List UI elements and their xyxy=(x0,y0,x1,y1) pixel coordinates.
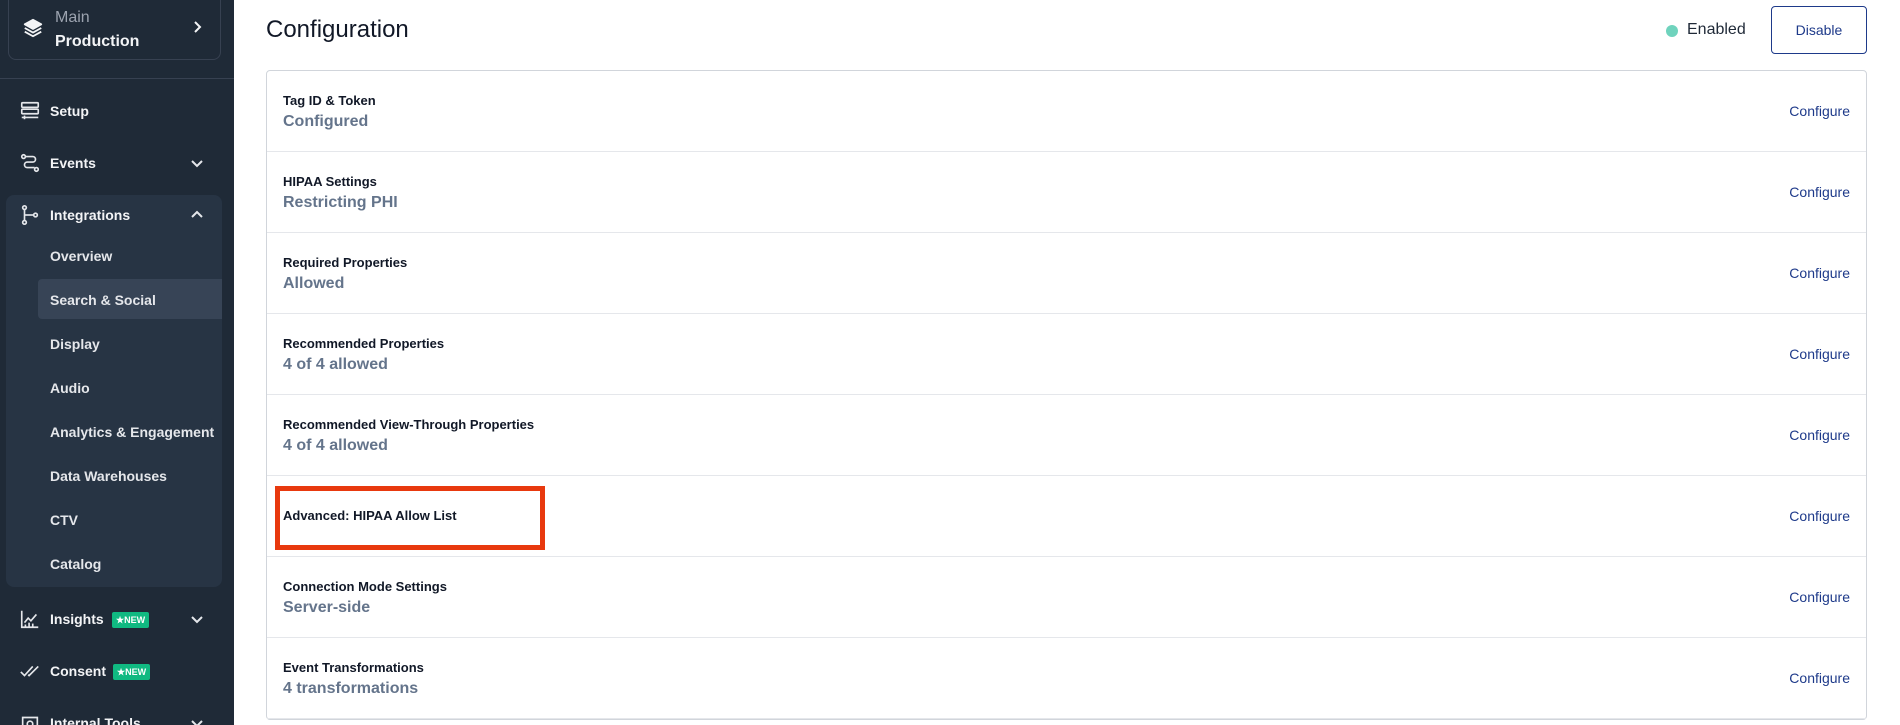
config-row-label: Required Properties xyxy=(283,255,408,270)
configure-link[interactable]: Configure xyxy=(1789,589,1850,605)
configure-link[interactable]: Configure xyxy=(1789,508,1850,524)
config-row-label: Tag ID & Token xyxy=(283,93,376,108)
environment-name: Production xyxy=(55,33,140,50)
config-row-label: Recommended View-Through Properties xyxy=(283,417,535,432)
chevron-down-icon xyxy=(191,616,203,624)
chevron-down-icon xyxy=(191,160,203,168)
layers-icon xyxy=(23,18,43,38)
sidebar-item-internal-tools[interactable]: Internal Tools xyxy=(0,703,234,725)
config-row-hipaa-settings: HIPAA Settings Restricting PHI Configure xyxy=(267,152,1866,233)
sidebar-item-label: Events xyxy=(50,155,96,171)
config-row-label: Connection Mode Settings xyxy=(283,579,447,594)
config-row-value: Configured xyxy=(283,113,369,130)
config-row-value: Server-side xyxy=(283,599,371,616)
page-title: Configuration xyxy=(266,16,409,43)
sidebar-subitem-label: CTV xyxy=(50,512,78,528)
double-check-icon xyxy=(20,665,39,677)
config-row-label: Event Transformations xyxy=(283,660,424,675)
chevron-down-icon xyxy=(191,720,203,725)
environment-label: Main xyxy=(55,9,90,26)
config-row-value: 4 of 4 allowed xyxy=(283,356,388,373)
configure-link[interactable]: Configure xyxy=(1789,670,1850,686)
config-row-recommended-properties: Recommended Properties 4 of 4 allowed Co… xyxy=(267,314,1866,395)
sidebar-subitem-label: Display xyxy=(50,336,100,352)
sidebar-subitem-label: Analytics & Engagement xyxy=(50,424,215,440)
sidebar-item-label: Consent xyxy=(50,663,106,679)
sidebar-item-consent[interactable]: Consent ★NEW xyxy=(0,651,234,691)
configure-link[interactable]: Configure xyxy=(1789,265,1850,281)
configure-link[interactable]: Configure xyxy=(1789,427,1850,443)
config-row-tag-id-token: Tag ID & Token Configured Configure xyxy=(267,71,1866,152)
config-row-recommended-view-through: Recommended View-Through Properties 4 of… xyxy=(267,395,1866,476)
new-badge: ★NEW xyxy=(112,612,150,628)
highlight-box xyxy=(275,486,545,550)
sidebar-subitem-data-warehouses[interactable]: Data Warehouses xyxy=(38,455,222,495)
config-row-event-transformations: Event Transformations 4 transformations … xyxy=(267,638,1866,719)
disable-button[interactable]: Disable xyxy=(1771,6,1867,54)
server-icon xyxy=(20,101,40,120)
sidebar-item-label: Integrations xyxy=(50,207,131,223)
config-row-label: HIPAA Settings xyxy=(283,174,377,189)
status-dot-icon xyxy=(1666,25,1678,37)
sidebar-subitem-ctv[interactable]: CTV xyxy=(38,499,222,539)
environment-switcher[interactable]: Main Production xyxy=(8,0,221,60)
sidebar-subitem-label: Audio xyxy=(50,380,90,396)
chevron-right-icon xyxy=(194,21,202,33)
tools-icon xyxy=(21,716,39,725)
route-icon xyxy=(20,153,40,173)
sidebar-subitem-catalog[interactable]: Catalog xyxy=(38,543,222,583)
configure-link[interactable]: Configure xyxy=(1789,103,1850,119)
configuration-list: Tag ID & Token Configured Configure HIPA… xyxy=(266,70,1867,720)
sidebar-subitem-label: Data Warehouses xyxy=(50,468,167,484)
sidebar-item-integrations[interactable]: Integrations xyxy=(0,195,234,235)
sidebar-divider xyxy=(0,78,234,79)
sidebar-subitem-audio[interactable]: Audio xyxy=(38,367,222,407)
chart-line-icon xyxy=(20,610,39,629)
status-text: Enabled xyxy=(1687,21,1746,38)
configure-link[interactable]: Configure xyxy=(1789,346,1850,362)
config-row-value: Restricting PHI xyxy=(283,194,398,211)
config-row-value: 4 of 4 allowed xyxy=(283,437,388,454)
sidebar-item-label: Setup xyxy=(50,103,89,119)
sidebar-item-insights[interactable]: Insights ★NEW xyxy=(0,599,234,639)
sidebar-subitem-analytics-engagement[interactable]: Analytics & Engagement xyxy=(38,411,222,451)
hierarchy-icon xyxy=(21,205,39,225)
config-row-required-properties: Required Properties Allowed Configure xyxy=(267,233,1866,314)
new-badge: ★NEW xyxy=(113,664,151,680)
main-content: Configuration Enabled Disable Tag ID & T… xyxy=(234,0,1900,725)
sidebar-item-events[interactable]: Events xyxy=(0,143,234,183)
sidebar-item-setup[interactable]: Setup xyxy=(0,91,234,131)
sidebar-item-label: Insights xyxy=(50,611,104,627)
sidebar: Main Production Setup Events Integration… xyxy=(0,0,234,725)
sidebar-subitem-label: Catalog xyxy=(50,556,102,572)
configure-link[interactable]: Configure xyxy=(1789,184,1850,200)
chevron-up-icon xyxy=(191,210,203,218)
config-row-label: Recommended Properties xyxy=(283,336,445,351)
sidebar-subitem-display[interactable]: Display xyxy=(38,323,222,363)
sidebar-item-label: Internal Tools xyxy=(50,715,141,725)
config-row-value: 4 transformations xyxy=(283,680,419,697)
config-row-connection-mode: Connection Mode Settings Server-side Con… xyxy=(267,557,1866,638)
sidebar-subitem-search-social[interactable]: Search & Social xyxy=(38,279,222,319)
sidebar-subitem-label: Search & Social xyxy=(50,292,156,308)
config-row-value: Allowed xyxy=(283,275,345,292)
sidebar-subitem-overview[interactable]: Overview xyxy=(38,235,222,275)
sidebar-subitem-label: Overview xyxy=(50,248,113,264)
